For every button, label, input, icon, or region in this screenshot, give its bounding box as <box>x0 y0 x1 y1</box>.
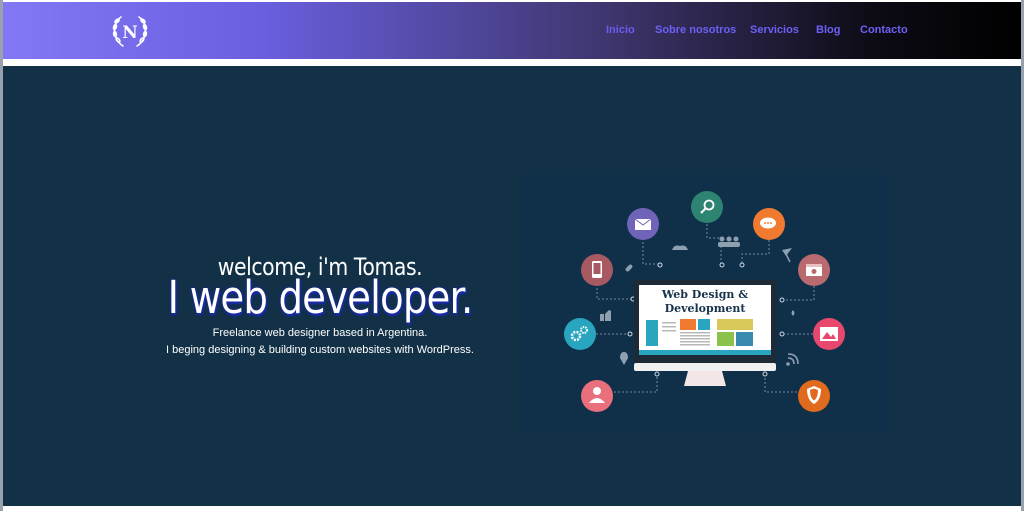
site-header: N Inicio Sobre nosotros Servicios Blog C… <box>3 2 1021 59</box>
nav-blog[interactable]: Blog <box>816 24 840 36</box>
hero-section: welcome, i'm Tomas. I web developer. Fre… <box>3 66 1021 506</box>
monitor-title-line1: Web Design & <box>661 288 748 301</box>
settings-icon <box>564 318 596 350</box>
monitor-icon: Web Design & Development <box>634 280 776 386</box>
logo[interactable]: N <box>107 11 153 51</box>
hero-subtitle-line2: I beging designing & building custom web… <box>166 344 474 356</box>
nav-sobre-nosotros[interactable]: Sobre nosotros <box>655 24 736 36</box>
nav-servicios[interactable]: Servicios <box>750 24 799 36</box>
hero-subtitle-line1: Freelance web designer based in Argentin… <box>212 327 428 339</box>
user-icon <box>581 380 613 412</box>
chat-icon <box>753 208 785 240</box>
shield-icon <box>798 380 830 412</box>
hero-headline: I web developer. <box>167 271 474 324</box>
search-icon <box>691 191 723 223</box>
web-design-illustration: Web Design & Development <box>520 174 890 432</box>
nav-contacto[interactable]: Contacto <box>860 24 908 36</box>
logo-letter: N <box>122 23 138 43</box>
browser-icon <box>798 254 830 286</box>
mobile-icon <box>581 254 613 286</box>
mail-icon <box>627 208 659 240</box>
nav-inicio[interactable]: Inicio <box>606 24 635 36</box>
monitor-title-line2: Development <box>665 302 747 315</box>
image-icon <box>813 318 845 350</box>
